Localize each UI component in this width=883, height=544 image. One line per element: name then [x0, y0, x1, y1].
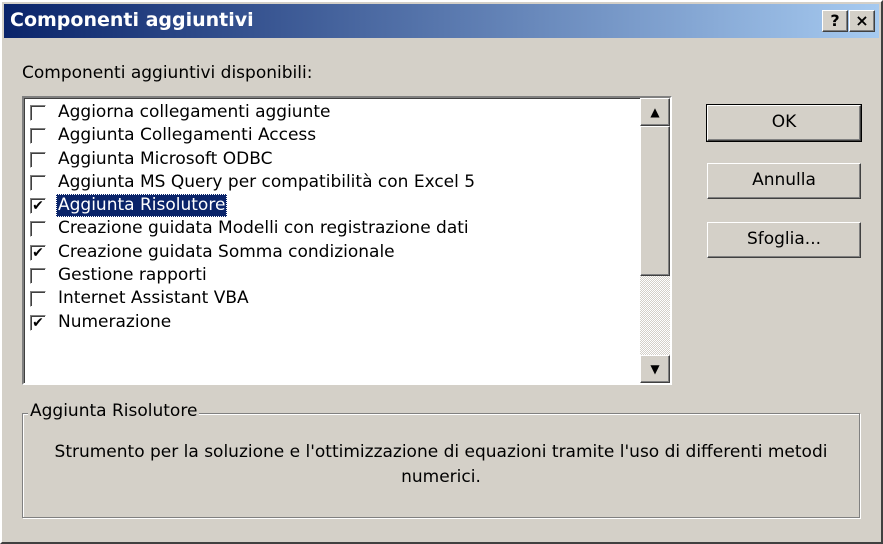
checkbox[interactable] — [30, 128, 46, 145]
dialog-title: Componenti aggiuntivi — [10, 9, 254, 31]
description-title: Aggiunta Risolutore — [28, 401, 200, 421]
list-item[interactable]: Creazione guidata Modelli con registrazi… — [30, 217, 642, 240]
checkbox-checked[interactable]: ✔ — [30, 314, 46, 331]
list-item-label: Numerazione — [58, 311, 172, 332]
scroll-thumb[interactable] — [640, 126, 670, 276]
sfoglia-button[interactable]: Sfoglia... — [707, 222, 861, 258]
close-button[interactable]: × — [849, 10, 875, 32]
list-item[interactable]: Internet Assistant VBA — [30, 287, 642, 310]
vertical-scrollbar[interactable]: ▲ ▼ — [640, 98, 670, 383]
ok-button[interactable]: OK — [706, 104, 862, 142]
scroll-up-arrow-icon[interactable]: ▲ — [640, 98, 670, 126]
checkbox[interactable] — [30, 105, 46, 121]
list-item-label: Aggiunta Collegamenti Access — [58, 125, 317, 146]
description-text: Strumento per la soluzione e l'ottimizza… — [54, 442, 828, 487]
list-item-label: Aggiunta Microsoft ODBC — [58, 148, 273, 169]
annulla-button[interactable]: Annulla — [707, 163, 861, 199]
list-item[interactable]: ✔ Creazione guidata Somma condizionale — [30, 241, 642, 264]
list-item-label: Aggiunta MS Query per compatibilità con … — [58, 171, 476, 192]
checkbox[interactable] — [30, 174, 46, 191]
list-item[interactable]: Aggiunta Microsoft ODBC — [30, 148, 642, 171]
checkbox[interactable] — [30, 291, 46, 308]
checkbox-checked[interactable]: ✔ — [30, 198, 46, 215]
checkbox[interactable] — [30, 151, 46, 168]
list-item-label: Aggiunta Risolutore — [56, 194, 228, 218]
list-item[interactable]: Aggiorna collegamenti aggiunte — [30, 101, 642, 124]
addins-listbox[interactable]: Aggiorna collegamenti aggiunte Aggiunta C… — [22, 96, 672, 385]
scroll-down-arrow-icon[interactable]: ▼ — [640, 355, 670, 383]
help-button[interactable]: ? — [822, 10, 848, 32]
list-item[interactable]: Aggiunta Collegamenti Access — [30, 124, 642, 147]
checkbox-checked[interactable]: ✔ — [30, 244, 46, 261]
list-item-label: Aggiorna collegamenti aggiunte — [58, 102, 331, 122]
list-item[interactable]: Aggiunta MS Query per compatibilità con … — [30, 171, 642, 194]
list-item[interactable]: ✔ Aggiunta Risolutore — [30, 194, 642, 218]
list-item-label: Creazione guidata Modelli con registrazi… — [58, 218, 469, 239]
list-item-label: Gestione rapporti — [58, 265, 207, 286]
available-addins-label: Componenti aggiuntivi disponibili: — [22, 63, 313, 83]
list-item[interactable]: ✔ Numerazione — [30, 311, 642, 334]
checkbox[interactable] — [30, 221, 46, 238]
title-bar: Componenti aggiuntivi ? × — [4, 4, 879, 38]
list-item[interactable]: Gestione rapporti — [30, 264, 642, 287]
list-item-label: Internet Assistant VBA — [58, 288, 249, 309]
list-item-label: Creazione guidata Somma condizionale — [58, 241, 395, 262]
checkbox[interactable] — [30, 268, 46, 285]
